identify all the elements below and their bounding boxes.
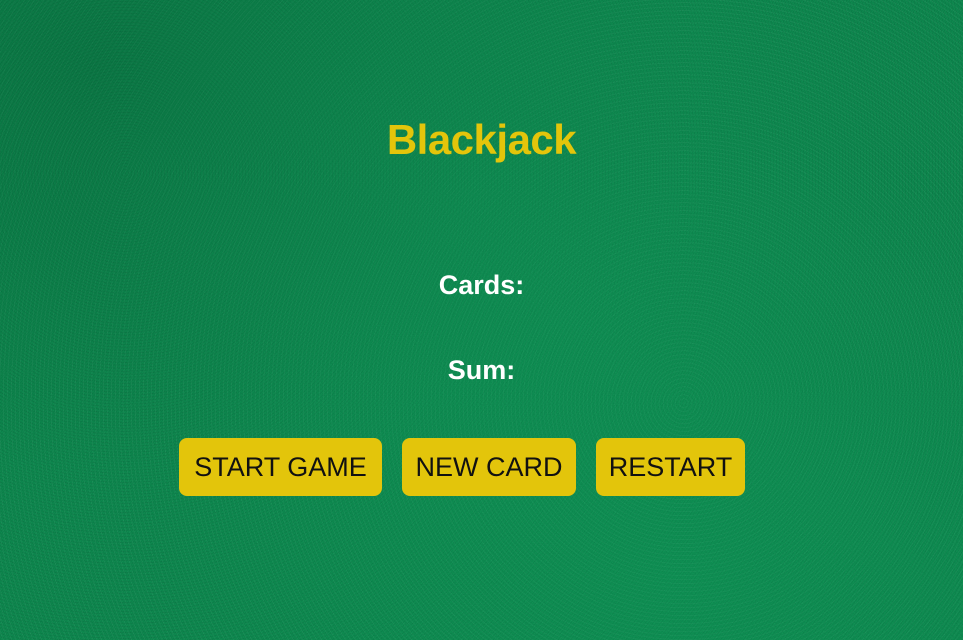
page-title: Blackjack (386, 116, 577, 163)
felt-texture (0, 0, 963, 640)
sum-label: Sum: (447, 355, 516, 385)
start-game-button[interactable]: START GAME (179, 438, 382, 496)
restart-button[interactable]: RESTART (596, 438, 745, 496)
cards-label: Cards: (438, 270, 525, 300)
button-row: START GAME NEW CARD RESTART (0, 438, 963, 496)
new-card-button[interactable]: NEW CARD (402, 438, 576, 496)
blackjack-table: { "game": { "title": "Blackjack", "cards… (0, 0, 963, 640)
